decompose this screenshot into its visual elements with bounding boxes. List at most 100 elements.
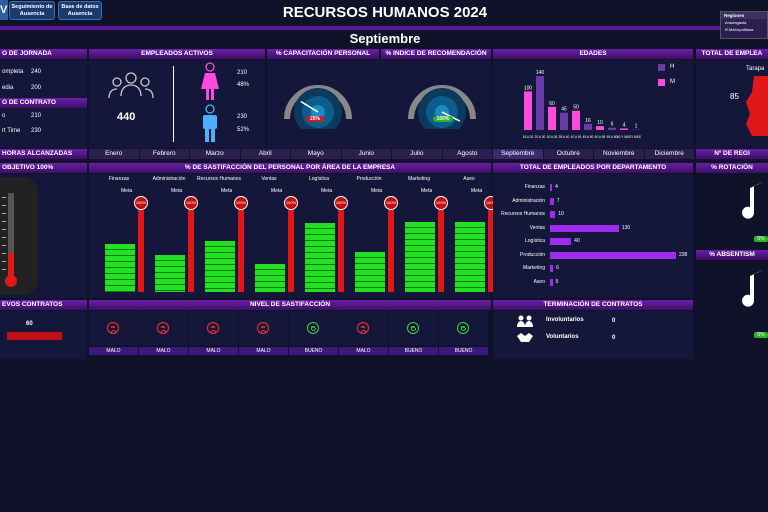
sad-face-icon xyxy=(107,322,119,334)
ausentismo-value: 0% xyxy=(754,332,768,338)
month-octubre[interactable]: Octubre xyxy=(543,149,594,159)
page-title: RECURSOS HUMANOS 2024 xyxy=(282,4,488,21)
voluntarios-label: Voluntarios xyxy=(546,334,579,340)
rotacion-header: % ROTACIÓN xyxy=(696,163,768,173)
selected-month: Septiembre xyxy=(349,31,421,46)
month-diciembre[interactable]: Diciembre xyxy=(644,149,695,159)
people-group-icon xyxy=(108,72,154,99)
involuntarios-icon xyxy=(517,315,533,327)
edad-category-label: 50 A 55 xyxy=(595,135,606,139)
edad-category-label: 45 A 50 xyxy=(583,135,594,139)
jornada-completa-value: 240 xyxy=(31,69,42,75)
edad-bar xyxy=(536,76,544,130)
area-group: Producción Meta 100% xyxy=(345,174,398,298)
month-enero[interactable]: Enero xyxy=(89,149,140,159)
empleados-header: EMPLEADOS ACTIVOS xyxy=(89,49,265,59)
dept-header: TOTAL DE EMPLEADOS POR DEPARTAMENTO xyxy=(493,163,693,173)
month-julio[interactable]: Julio xyxy=(392,149,443,159)
month-marzo[interactable]: Marzo xyxy=(190,149,241,159)
logo-mark: V xyxy=(0,0,8,20)
dept-label: Administración xyxy=(512,197,545,204)
area-group: Logística Meta 100% xyxy=(295,174,348,298)
edad-value-label: 50 xyxy=(573,105,579,111)
meta-tube xyxy=(188,210,194,292)
base-datos-ausencia-button[interactable]: Base de datos Ausencia xyxy=(58,1,102,20)
female-pct: 48% xyxy=(237,82,250,88)
edad-category-label: Y MÁS xyxy=(631,135,641,139)
satisfaction-bar xyxy=(455,221,485,292)
area-group: Marketing Meta 100% xyxy=(395,174,448,298)
edad-category-label: 60 Y MÁS xyxy=(617,135,631,139)
legend-h-swatch xyxy=(658,64,665,71)
nivel-label: MALO xyxy=(339,347,388,355)
satisfaction-bar xyxy=(105,243,135,292)
regions-slicer[interactable]: Regiones Antofagasta R.Metropolitana xyxy=(720,11,768,39)
edad-value-label: 45 xyxy=(561,107,567,113)
meta-label: Meta xyxy=(171,188,183,194)
nuevos-header: EVOS CONTRATOS xyxy=(0,300,87,310)
area-group: Aseo Meta 100% xyxy=(445,174,498,298)
meta-tube xyxy=(288,210,294,292)
edad-value-label: 1 xyxy=(635,124,638,130)
nivel-cell xyxy=(439,311,488,345)
handshake-icon xyxy=(517,333,533,342)
edad-bar xyxy=(608,127,616,130)
month-junio[interactable]: Junio xyxy=(341,149,392,159)
meta-label: Meta xyxy=(471,188,483,194)
month-febrero[interactable]: Febrero xyxy=(139,149,190,159)
nivel-label: BUENO xyxy=(389,347,438,355)
edad-bar xyxy=(584,123,592,130)
dept-value: 6 xyxy=(556,265,559,271)
month-agosto[interactable]: Agosto xyxy=(442,149,493,159)
seguimiento-ausencia-button[interactable]: Seguimiento de Ausencia xyxy=(9,1,55,20)
meta-tube xyxy=(338,210,344,292)
region-item-antofagasta[interactable]: Antofagasta xyxy=(721,19,767,26)
nivel-cell xyxy=(189,311,238,345)
nivel-header: NIVEL DE SASTIFACCIÓN xyxy=(89,300,491,310)
edad-bar xyxy=(524,91,532,130)
total-region-name: Tarapa xyxy=(746,66,765,72)
satisfaccion-header: % DE SASTIFACCIÓN DEL PERSONAL POR ÁREA … xyxy=(89,163,491,173)
male-pct: 52% xyxy=(237,127,250,133)
edad-value-label: 4 xyxy=(623,122,626,128)
month-septiembre[interactable]: Septiembre xyxy=(493,149,544,159)
satisfaction-bar xyxy=(155,255,185,292)
jornada-completa-label: ompleta xyxy=(2,69,24,75)
month-abril[interactable]: Abril xyxy=(240,149,291,159)
dept-bar xyxy=(550,211,556,218)
month-mayo[interactable]: Mayo xyxy=(291,149,342,159)
satisfaction-bar xyxy=(205,240,235,292)
edades-chart: 100 18 A 20 140 20 A 30 60 30 A 35 45 35 A 40 50… xyxy=(523,70,641,139)
meta-tube xyxy=(438,210,444,292)
dept-value: 130 xyxy=(621,224,631,231)
area-name: Logística xyxy=(308,176,329,182)
dept-value: 10 xyxy=(558,211,564,217)
contrato-fijo-value: 210 xyxy=(31,113,42,119)
edades-header: EDADES xyxy=(493,49,693,59)
nivel-label: MALO xyxy=(189,347,238,355)
meta-label: Meta xyxy=(221,188,233,194)
recomendacion-header: % INDICE DE RECOMENDACIÓN xyxy=(381,49,491,59)
dept-chart: Finanzas 4 Administración 7 Recursos Humanos… xyxy=(493,174,693,298)
sad-face-icon xyxy=(157,322,169,334)
satisfaccion-chart: Finanzas Meta 100% Administración Meta 100% Re… xyxy=(89,174,498,298)
area-name: Aseo xyxy=(463,176,475,182)
region-item-metropolitana[interactable]: R.Metropolitana xyxy=(721,26,767,33)
male-icon xyxy=(203,104,217,142)
area-name: Administración xyxy=(152,176,186,182)
meta-label: Meta xyxy=(421,188,433,194)
meta-label: Meta xyxy=(121,188,133,194)
sad-face-icon xyxy=(207,322,219,334)
dept-value: 40 xyxy=(574,238,580,244)
voluntarios-value: 0 xyxy=(612,335,616,341)
rotacion-icon xyxy=(742,180,768,219)
nivel-label: MALO xyxy=(139,347,188,355)
nivel-label: BUENO xyxy=(439,347,488,355)
contrato-part-label: rt Time xyxy=(2,128,21,134)
month-noviembre[interactable]: Noviembre xyxy=(594,149,645,159)
meta-tube xyxy=(238,210,244,292)
rotacion-value: 0% xyxy=(754,236,768,242)
satisfaction-bar xyxy=(255,263,285,292)
female-count: 210 xyxy=(237,70,248,76)
dept-label: Recursos Humanos xyxy=(501,211,545,217)
